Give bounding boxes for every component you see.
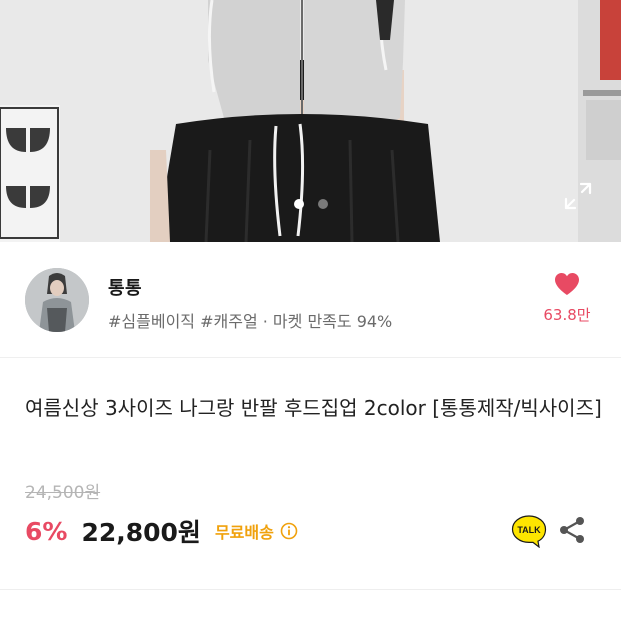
original-price: 24,500원 [25, 483, 101, 503]
carousel-dot-2[interactable] [317, 199, 328, 209]
expand-icon[interactable] [563, 181, 593, 211]
heart-icon [555, 273, 579, 295]
seller-section[interactable]: 통통 #심플베이직 #캐주얼 · 마켓 만족도 94% 63.8만 [0, 242, 621, 358]
kakaotalk-label: TALK [517, 525, 541, 535]
kakaotalk-icon[interactable]: TALK [511, 514, 547, 548]
like-count: 63.8만 [543, 306, 591, 324]
bottom-divider [0, 589, 621, 590]
info-icon[interactable] [280, 522, 298, 540]
free-shipping-badge: 무료배송 [214, 523, 274, 542]
carousel-dot-1[interactable] [293, 199, 304, 209]
sale-price: 22,800원 [81, 518, 201, 547]
section-divider [0, 357, 621, 358]
avatar-image [25, 268, 89, 332]
product-title: 여름신상 3사이즈 나그랑 반팔 후드집업 2color [통통제작/빅사이즈] [25, 396, 602, 420]
carousel-pagination [0, 199, 621, 209]
discount-rate: 6% [25, 516, 68, 546]
seller-avatar[interactable] [25, 268, 89, 332]
like-button[interactable]: 63.8만 [532, 272, 602, 325]
price-row: 6% 22,800원 무료배송 [25, 513, 298, 549]
share-icon[interactable] [558, 515, 586, 545]
product-image-carousel[interactable] [0, 0, 621, 242]
seller-name[interactable]: 통통 [108, 274, 142, 300]
seller-tags-satisfaction: #심플베이직 #캐주얼 · 마켓 만족도 94% [108, 312, 393, 331]
